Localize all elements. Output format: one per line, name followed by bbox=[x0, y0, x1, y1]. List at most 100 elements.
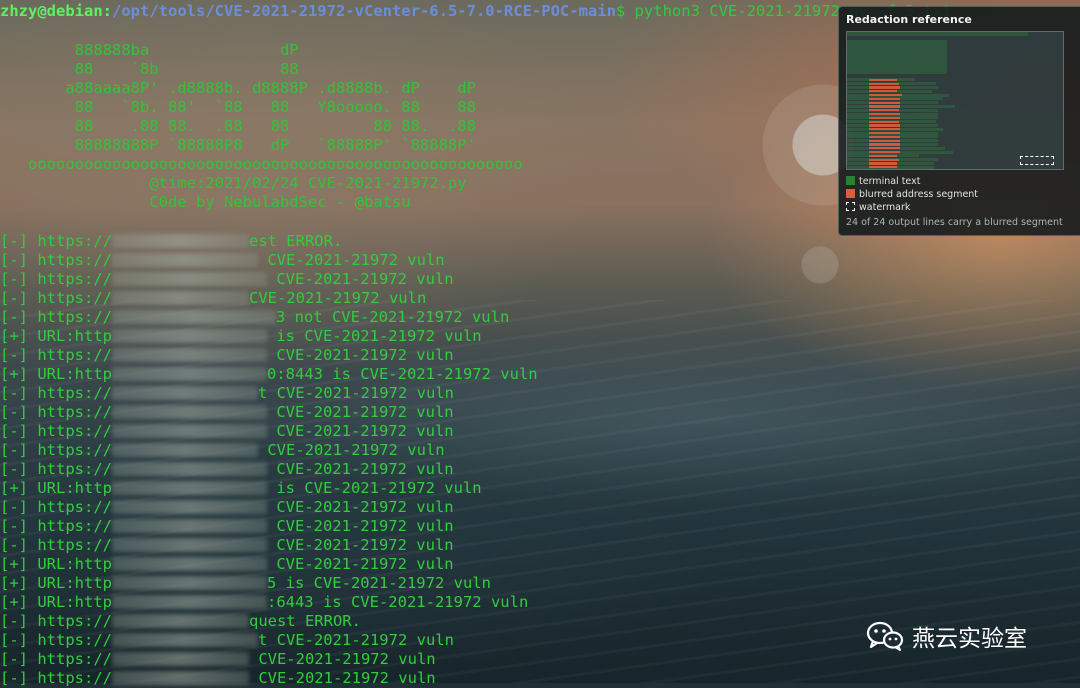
output-prefix: [-] https:// bbox=[0, 288, 112, 307]
output-prefix: [+] URL:http bbox=[0, 573, 112, 592]
legend-swatch-text bbox=[846, 176, 855, 185]
redacted-address bbox=[111, 595, 267, 609]
output-line: [+] URL:http 5 is CVE-2021-21972 vuln bbox=[0, 574, 491, 593]
output-line: [+] URL:http:6443 is CVE-2021-21972 vuln bbox=[0, 593, 528, 612]
output-prefix: [-] https:// bbox=[0, 516, 112, 535]
output-result: CVE-2021-21972 vuln bbox=[248, 649, 436, 668]
map-redacted-region bbox=[869, 90, 897, 93]
output-line: [+] URL:http CVE-2021-21972 vuln bbox=[0, 555, 454, 574]
output-prefix: [-] https:// bbox=[0, 535, 112, 554]
output-line: [-] https:// CVE-2021-21972 vuln bbox=[0, 650, 436, 669]
output-line: [-] https:// 3 not CVE-2021-21972 vuln bbox=[0, 308, 509, 327]
redacted-address bbox=[111, 652, 249, 666]
output-result: 5 is CVE-2021-21972 vuln bbox=[266, 573, 491, 592]
screenshot-region-map bbox=[846, 31, 1064, 170]
banner-line: oooooooooooooooooooooooooooooooooooooooo… bbox=[0, 154, 523, 173]
redacted-address bbox=[111, 253, 258, 267]
output-result: CVE-2021-21972 vuln bbox=[266, 554, 454, 573]
map-redacted-region bbox=[869, 158, 899, 161]
redacted-address bbox=[111, 462, 267, 476]
output-line: [-] https:// CVE-2021-21972 vuln bbox=[0, 517, 454, 536]
redacted-address bbox=[111, 557, 267, 571]
prompt-path: /opt/tools/CVE-2021-21972-vCenter-6.5-7.… bbox=[112, 2, 616, 20]
output-result: CVE-2021-21972 vuln bbox=[248, 668, 436, 687]
output-line: [-] https:// CVE-2021-21972 vuln bbox=[0, 270, 454, 289]
legend-item-redacted: blurred address segment bbox=[846, 188, 1080, 201]
redacted-address bbox=[111, 234, 249, 248]
output-prefix: [-] https:// bbox=[0, 649, 112, 668]
output-prefix: [-] https:// bbox=[0, 402, 112, 421]
output-prefix: [+] URL:http bbox=[0, 364, 112, 383]
banner-line: 88 `8b. 88' `88 88 Y8ooooo. 88 88 bbox=[0, 97, 476, 116]
redacted-address bbox=[111, 367, 267, 381]
map-banner-region bbox=[847, 40, 947, 75]
output-line: [-] https:// CVE-2021-21972 vuln bbox=[0, 498, 454, 517]
map-redacted-region bbox=[869, 109, 899, 112]
map-redacted-region bbox=[869, 86, 901, 89]
map-redacted-region bbox=[869, 82, 899, 85]
redacted-address bbox=[111, 519, 267, 533]
map-redacted-region bbox=[869, 97, 901, 101]
redacted-address bbox=[111, 614, 249, 628]
banner-line: 88 .88 88. .88 88 88 88. .88 bbox=[0, 116, 476, 135]
redacted-address bbox=[111, 500, 267, 514]
output-line: [-] https:// est ERROR. bbox=[0, 232, 342, 251]
output-prefix: [-] https:// bbox=[0, 630, 112, 649]
output-result: t CVE-2021-21972 vuln bbox=[257, 630, 454, 649]
map-redacted-region bbox=[869, 154, 897, 158]
output-result: is CVE-2021-21972 vuln bbox=[266, 326, 482, 345]
map-redacted-region bbox=[869, 101, 901, 104]
output-line: [+] URL:http is CVE-2021-21972 vuln bbox=[0, 479, 482, 498]
output-result: is CVE-2021-21972 vuln bbox=[266, 478, 482, 497]
map-redacted-region bbox=[869, 166, 897, 169]
output-line: [-] https:// CVE-2021-21972 vuln bbox=[0, 251, 445, 270]
redacted-address bbox=[111, 272, 267, 286]
output-prefix: [-] https:// bbox=[0, 611, 112, 630]
output-result: :6443 is CVE-2021-21972 vuln bbox=[266, 592, 529, 611]
output-line: [-] https:// t CVE-2021-21972 vuln bbox=[0, 631, 454, 650]
output-line: [+] URL:http 0:8443 is CVE-2021-21972 vul… bbox=[0, 365, 538, 384]
output-line: [-] https:// CVE-2021-21972 vuln bbox=[0, 669, 436, 688]
map-watermark-region bbox=[1020, 155, 1055, 165]
redacted-address bbox=[111, 405, 267, 419]
redacted-address bbox=[111, 386, 258, 400]
map-prompt-region bbox=[847, 32, 1028, 37]
map-redacted-region bbox=[869, 139, 901, 142]
output-result: CVE-2021-21972 vuln bbox=[266, 497, 454, 516]
map-redacted-region bbox=[869, 162, 897, 165]
output-result: CVE-2021-21972 vuln bbox=[266, 535, 454, 554]
output-result: CVE-2021-21972 vuln bbox=[266, 421, 454, 440]
output-prefix: [-] https:// bbox=[0, 497, 112, 516]
sheet-title: Redaction reference bbox=[846, 13, 972, 26]
watermark: 燕云实验室 bbox=[866, 618, 1027, 654]
output-result: CVE-2021-21972 vuln bbox=[266, 459, 454, 478]
sheet-legend: terminal text blurred address segment wa… bbox=[846, 175, 1080, 214]
map-redacted-region bbox=[869, 150, 901, 154]
banner-line: C0de by NebulabdSec - @batsu bbox=[0, 192, 411, 211]
output-result: 0:8443 is CVE-2021-21972 vuln bbox=[266, 364, 538, 383]
legend-item-text: terminal text bbox=[846, 175, 1080, 188]
output-prefix: [-] https:// bbox=[0, 668, 112, 687]
output-prefix: [-] https:// bbox=[0, 269, 112, 288]
output-prefix: [-] https:// bbox=[0, 383, 112, 402]
output-prefix: [+] URL:http bbox=[0, 554, 112, 573]
output-result: CVE-2021-21972 vuln bbox=[257, 250, 445, 269]
map-redacted-region bbox=[869, 93, 903, 97]
map-redacted-region bbox=[869, 147, 901, 150]
output-result: est ERROR. bbox=[248, 231, 343, 250]
redaction-reference-sheet: Redaction reference terminal text blurre… bbox=[838, 6, 1080, 236]
output-result: CVE-2021-21972 vuln bbox=[257, 440, 445, 459]
banner-line: 888888ba dP bbox=[0, 40, 299, 59]
legend-swatch-redacted bbox=[846, 189, 855, 198]
map-redacted-region bbox=[869, 120, 899, 123]
redacted-address bbox=[111, 291, 249, 305]
prompt-user: zhzy@debian bbox=[0, 2, 103, 20]
banner-line: a88aaaa8P' .d8888b. d8888P .d8888b. dP d… bbox=[0, 78, 476, 97]
sheet-footnote: 24 of 24 output lines carry a blurred se… bbox=[846, 217, 1063, 228]
output-line: [+] URL:http is CVE-2021-21972 vuln bbox=[0, 327, 482, 346]
output-line: [-] https:// CVE-2021-21972 vuln bbox=[0, 441, 445, 460]
output-result: CVE-2021-21972 vuln bbox=[266, 402, 454, 421]
output-prefix: [-] https:// bbox=[0, 459, 112, 478]
map-redacted-region bbox=[869, 128, 901, 131]
prompt-line: zhzy@debian:/opt/tools/CVE-2021-21972-vC… bbox=[0, 2, 952, 21]
